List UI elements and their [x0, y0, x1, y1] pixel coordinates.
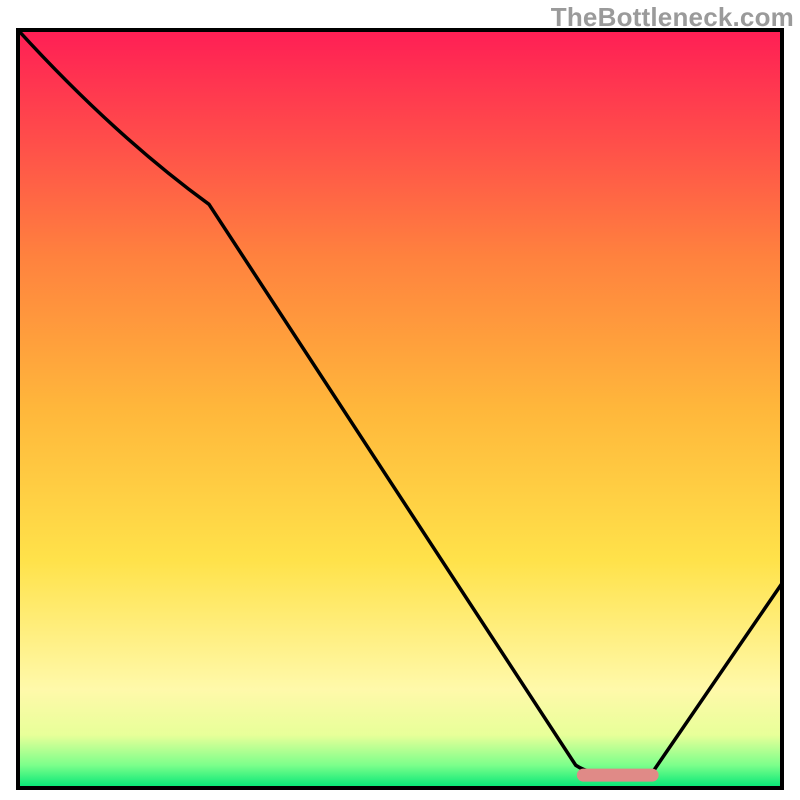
chart-svg [0, 0, 800, 800]
bottleneck-chart: TheBottleneck.com [0, 0, 800, 800]
watermark-text: TheBottleneck.com [551, 2, 794, 33]
